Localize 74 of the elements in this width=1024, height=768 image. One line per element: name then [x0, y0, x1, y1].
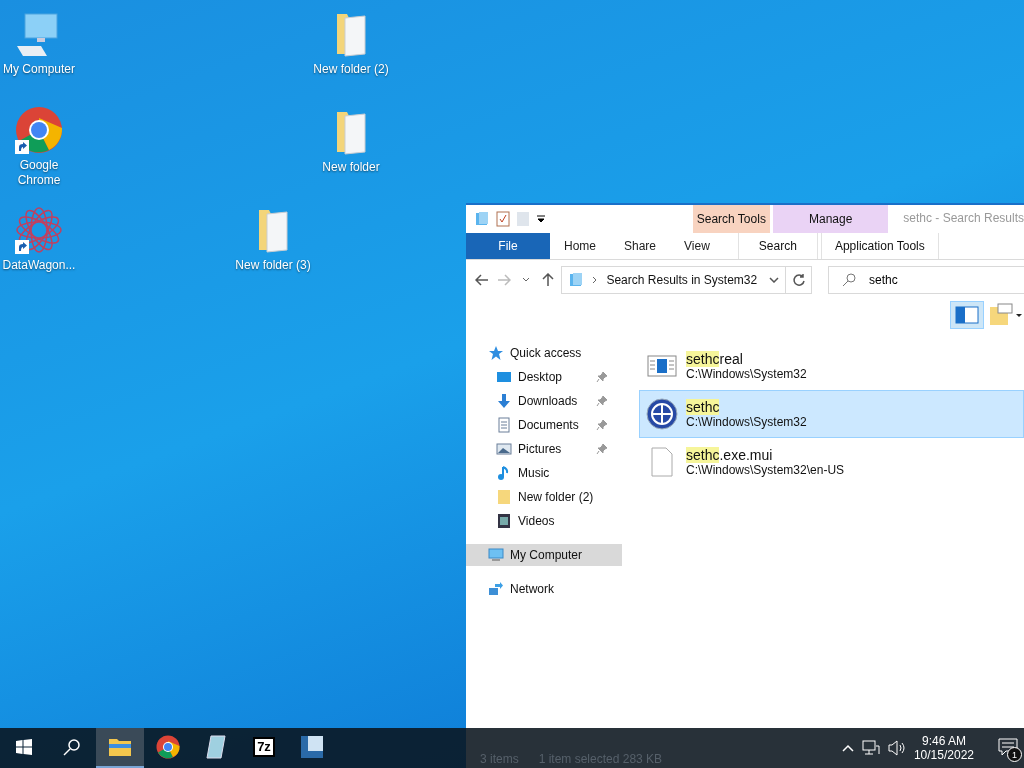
chevron-down-icon [521, 277, 530, 283]
file-path: C:\Windows\System32 [686, 415, 807, 429]
tool-group-label: Manage [773, 205, 889, 233]
icon-label: DataWagon... [1, 258, 77, 273]
window-icon [300, 735, 324, 759]
folder-icon [496, 489, 512, 505]
search-field[interactable]: sethc [828, 266, 1024, 294]
tool-group-label: Search Tools [692, 205, 771, 233]
dropdown-icon[interactable] [536, 214, 546, 224]
refresh-icon [791, 273, 806, 287]
document-icon [496, 417, 512, 433]
chevron-down-icon[interactable] [769, 277, 780, 283]
window-title: sethc - Search Results [902, 210, 1024, 227]
search-result[interactable]: sethcreal C:\Windows\System32 [639, 342, 1024, 390]
film-icon [496, 513, 512, 529]
taskbar-app[interactable] [96, 728, 144, 768]
nav-item[interactable]: Music [466, 462, 622, 484]
ribbon-tab[interactable]: Home [550, 233, 610, 259]
ribbon-tab[interactable]: Application Tools [820, 233, 939, 259]
chrome-icon [156, 735, 180, 759]
windows-logo-icon [16, 739, 32, 755]
icon-label: My Computer [2, 62, 76, 77]
icon-label: New folder (2) [312, 62, 390, 77]
new-folder-icon [516, 211, 530, 227]
nav-item[interactable]: Desktop [466, 366, 622, 388]
nav-item[interactable]: Network [466, 578, 622, 600]
location-icon [568, 272, 585, 288]
explorer-icon [474, 211, 490, 227]
taskbar-app[interactable]: 7z [240, 728, 288, 768]
nav-item[interactable]: Documents [466, 414, 622, 436]
refresh-button[interactable] [786, 266, 812, 294]
file-path: C:\Windows\System32\en-US [686, 463, 845, 477]
nav-item[interactable]: Quick access [466, 342, 622, 364]
chevron-up-icon[interactable] [841, 744, 854, 752]
file-path: C:\Windows\System32 [686, 367, 807, 381]
nav-item[interactable]: New folder (2) [466, 486, 622, 508]
chevron-right-icon [592, 276, 599, 284]
nav-item[interactable]: Videos [466, 510, 622, 532]
nav-item[interactable]: Downloads [466, 390, 622, 412]
accessibility-icon [646, 398, 678, 430]
properties-icon [496, 211, 510, 227]
file-name: sethc.exe.mui [686, 447, 774, 463]
chrome-icon [15, 106, 63, 154]
nav-item[interactable]: My Computer [466, 544, 622, 566]
star-pattern-icon [15, 206, 63, 254]
search-icon [63, 738, 81, 756]
icon-label: New folder [321, 160, 381, 175]
computer-icon [488, 547, 504, 563]
folder-icon [108, 737, 132, 757]
icon-label: Google Chrome [16, 158, 62, 188]
picture-icon [496, 441, 512, 457]
nav-item[interactable]: Pictures [466, 438, 622, 460]
notepad-icon [205, 735, 227, 759]
ribbon-tab[interactable]: Share [610, 233, 671, 259]
icon-label: New folder (3) [234, 258, 312, 273]
network-icon[interactable] [861, 740, 880, 756]
desktop-icon [496, 369, 512, 385]
clock[interactable]: 9:46 AM 10/15/2022 [913, 734, 974, 762]
ribbon-tab[interactable]: View [670, 233, 724, 259]
notification-count: 1 [1007, 747, 1022, 762]
search-result[interactable]: sethc.exe.mui C:\Windows\System32\en-US [639, 438, 1024, 486]
preview-pane-button[interactable] [950, 301, 984, 329]
ribbon-tab[interactable]: File [466, 233, 550, 259]
speaker-icon[interactable] [887, 740, 906, 756]
7zip-logo: 7z [253, 737, 275, 757]
search-icon [842, 273, 856, 287]
network-icon [488, 581, 504, 597]
ribbon-tab[interactable]: Search [737, 233, 818, 259]
search-result[interactable]: sethc C:\Windows\System32 [639, 390, 1024, 438]
address-bar[interactable]: Search Results in System32 [561, 266, 787, 294]
star-icon [488, 345, 504, 361]
download-icon [496, 393, 512, 409]
file-name: sethc [686, 399, 721, 415]
file-name: sethcreal [686, 351, 744, 367]
